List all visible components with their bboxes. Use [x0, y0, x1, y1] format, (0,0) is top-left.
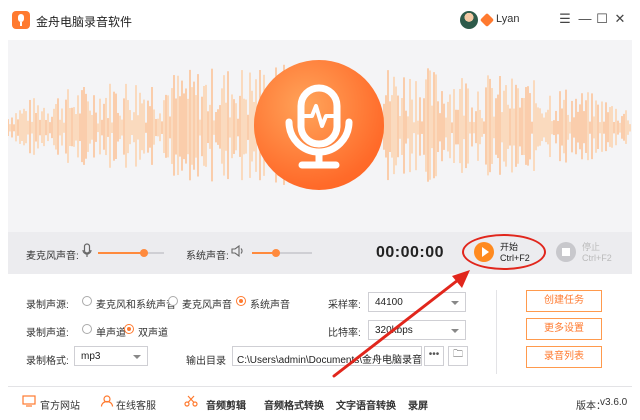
- sample-rate-label: 采样率:: [328, 300, 361, 311]
- more-settings-button[interactable]: 更多设置: [526, 318, 602, 340]
- speaker-icon: [231, 245, 243, 257]
- waveform-hero: [8, 40, 632, 232]
- folder-open-button[interactable]: 🗀: [448, 346, 468, 366]
- app-title: 金舟电脑录音软件: [36, 15, 133, 29]
- record-list-button[interactable]: 录音列表: [526, 346, 602, 368]
- mic-volume-label: 麦克风声音:: [26, 251, 79, 262]
- source-radio-mic[interactable]: [168, 296, 178, 306]
- channel-option-stereo[interactable]: 双声道: [138, 324, 168, 339]
- format-select[interactable]: mp3: [74, 346, 148, 366]
- minimize-button[interactable]: —: [577, 10, 593, 28]
- format-convert-link[interactable]: 音频格式转换: [264, 397, 324, 412]
- menu-icon[interactable]: ☰: [557, 10, 573, 28]
- source-radio-mic-and-system[interactable]: [82, 296, 92, 306]
- mic-volume-thumb[interactable]: [140, 249, 149, 257]
- close-button[interactable]: ✕: [612, 10, 628, 28]
- channel-label: 录制声道:: [26, 328, 69, 339]
- title-bar: 金舟电脑录音软件 Lyan ☰ — ☐ ✕: [0, 0, 640, 40]
- sample-rate-select[interactable]: 44100: [368, 292, 466, 312]
- mic-small-icon: [82, 243, 92, 257]
- user-service-icon: [100, 395, 114, 407]
- stop-record-button[interactable]: [556, 242, 576, 262]
- system-volume-thumb[interactable]: [272, 249, 280, 257]
- app-logo-icon: [12, 11, 30, 29]
- stop-label: 停止: [582, 242, 601, 252]
- chevron-down-icon: [451, 329, 459, 333]
- screen-record-link[interactable]: 录屏: [408, 397, 428, 412]
- settings-divider: [496, 290, 497, 374]
- version-value: v3.6.0: [600, 397, 628, 408]
- vip-icon: [479, 12, 495, 28]
- channel-radio-mono[interactable]: [82, 324, 92, 334]
- mic-volume-fill: [98, 252, 145, 254]
- bitrate-select[interactable]: 320kbps: [368, 320, 466, 340]
- stop-button-text[interactable]: 停止 Ctrl+F2: [582, 242, 612, 264]
- source-option-mic-and-system[interactable]: 麦克风和系统声音: [96, 296, 176, 311]
- bitrate-label: 比特率:: [328, 328, 361, 339]
- start-button-text[interactable]: 开始 Ctrl+F2: [500, 242, 530, 264]
- chevron-down-icon: [133, 355, 141, 359]
- maximize-button[interactable]: ☐: [594, 10, 610, 28]
- output-dir-input[interactable]: C:\Users\admin\Documents\金舟电脑录音软: [232, 346, 422, 366]
- system-volume-slider[interactable]: [252, 249, 312, 257]
- source-option-mic[interactable]: 麦克风声音: [182, 296, 232, 311]
- start-label: 开始: [500, 242, 519, 252]
- record-timer: 00:00:00: [376, 244, 445, 261]
- settings-panel: 录制声源: 麦克风和系统声音 麦克风声音 系统声音 采样率: 44100 录制声…: [8, 274, 632, 386]
- channel-option-mono[interactable]: 单声道: [96, 324, 126, 339]
- online-service-link[interactable]: 在线客服: [116, 397, 156, 412]
- start-record-button[interactable]: [474, 242, 494, 262]
- app-window: 金舟电脑录音软件 Lyan ☰ — ☐ ✕ 麦克风声音: 系统声音: 00:00…: [0, 0, 640, 420]
- monitor-icon: [22, 395, 36, 407]
- stop-shortcut: Ctrl+F2: [582, 253, 612, 263]
- bitrate-value: 320kbps: [375, 325, 413, 336]
- source-option-system[interactable]: 系统声音: [250, 296, 290, 311]
- channel-radio-stereo[interactable]: [124, 324, 134, 334]
- mic-volume-slider[interactable]: [98, 249, 164, 257]
- more-options-button[interactable]: •••: [424, 346, 444, 366]
- sample-rate-value: 44100: [375, 297, 403, 308]
- format-label: 录制格式:: [26, 356, 69, 367]
- scissors-icon: [184, 395, 198, 407]
- system-volume-label: 系统声音:: [186, 251, 229, 262]
- chevron-down-icon: [451, 301, 459, 305]
- start-shortcut: Ctrl+F2: [500, 253, 530, 263]
- footer-bar: 官方网站 在线客服 音频剪辑 音频格式转换 文字语音转换 录屏 版本： v3.6…: [8, 386, 632, 416]
- source-radio-system[interactable]: [236, 296, 246, 306]
- controls-bar: 麦克风声音: 系统声音: 00:00:00 开始 Ctrl+F2 停止 Ctrl…: [8, 232, 632, 274]
- user-name[interactable]: Lyan: [496, 13, 519, 25]
- audio-cut-link[interactable]: 音频剪辑: [206, 397, 246, 412]
- source-label: 录制声源:: [26, 300, 69, 311]
- create-task-button[interactable]: 创建任务: [526, 290, 602, 312]
- output-dir-label: 输出目录: [186, 356, 226, 367]
- tts-link[interactable]: 文字语音转换: [336, 397, 396, 412]
- microphone-icon: [254, 60, 384, 190]
- avatar[interactable]: [460, 11, 478, 29]
- format-value: mp3: [81, 351, 101, 362]
- website-link[interactable]: 官方网站: [40, 397, 80, 412]
